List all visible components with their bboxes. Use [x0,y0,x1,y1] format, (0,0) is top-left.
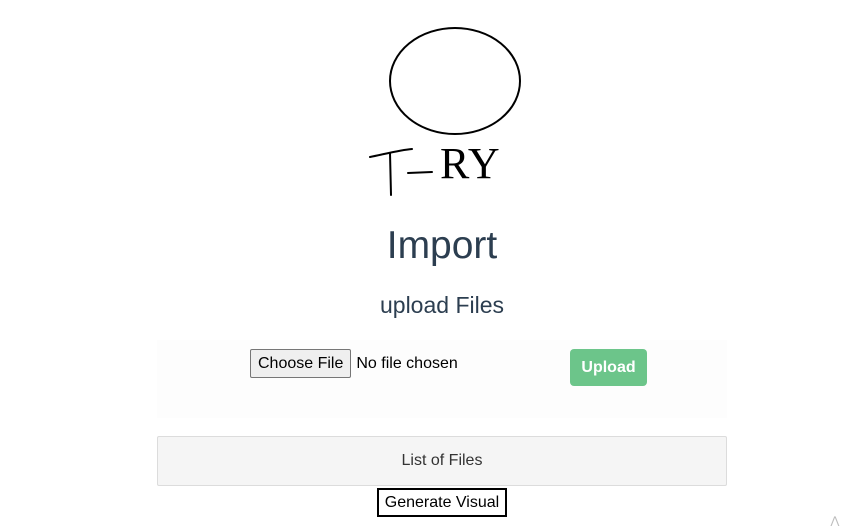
logo: RY [360,22,530,202]
generate-visual-button[interactable]: Generate Visual [377,488,507,517]
upload-button[interactable]: Upload [570,349,647,386]
upload-panel: Choose File No file chosen Upload [157,340,727,418]
logo-letters: RY [440,139,501,188]
file-status-text: No file chosen [356,354,458,372]
list-of-files-bar[interactable]: List of Files [157,436,727,486]
file-input[interactable]: Choose File No file chosen [250,349,458,378]
choose-file-button[interactable]: Choose File [250,349,352,378]
page-title: Import [386,224,498,267]
page-subtitle: upload Files [379,292,505,318]
list-of-files-label: List of Files [401,452,483,469]
resize-grip-icon: ⋀ [830,514,840,526]
